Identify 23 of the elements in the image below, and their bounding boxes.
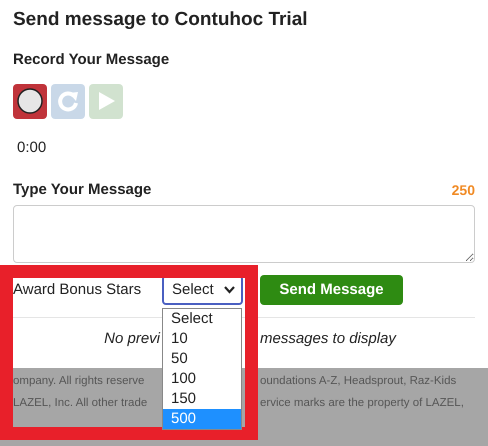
dialog-title: Send message to Contuhoc Trial (13, 8, 309, 32)
send-message-button[interactable]: Send Message (260, 275, 403, 306)
footer-text: ervice marks are the property of LAZEL, (260, 396, 464, 411)
empty-history-text: messages to display (260, 329, 396, 350)
empty-history-text: No previ (103, 329, 160, 350)
section-heading: Type Your Message (13, 180, 152, 200)
timer-text: 0:00 (17, 138, 48, 158)
record-button[interactable] (13, 84, 47, 118)
dropdown-option[interactable]: Select (163, 309, 241, 329)
circle-icon (16, 87, 44, 115)
dropdown-option[interactable]: 150 (163, 389, 241, 409)
dropdown-option[interactable]: 100 (163, 369, 241, 389)
chevron-down-icon (224, 286, 235, 294)
bonus-stars-label: Award Bonus Stars (13, 280, 142, 300)
footer-text: ompany. All rights reserve (13, 374, 146, 389)
footer-text: oundations A-Z, Headsprout, Raz-Kids (260, 374, 456, 389)
section-heading: Record Your Message (13, 50, 170, 70)
message-field[interactable] (13, 205, 475, 264)
dropdown-option[interactable]: 10 (163, 329, 241, 349)
character-count: 250 (452, 180, 475, 200)
footer-text: LAZEL, Inc. All other trade (13, 396, 148, 411)
dropdown-option[interactable]: 50 (163, 349, 241, 369)
stars-select[interactable]: Select (162, 275, 243, 306)
